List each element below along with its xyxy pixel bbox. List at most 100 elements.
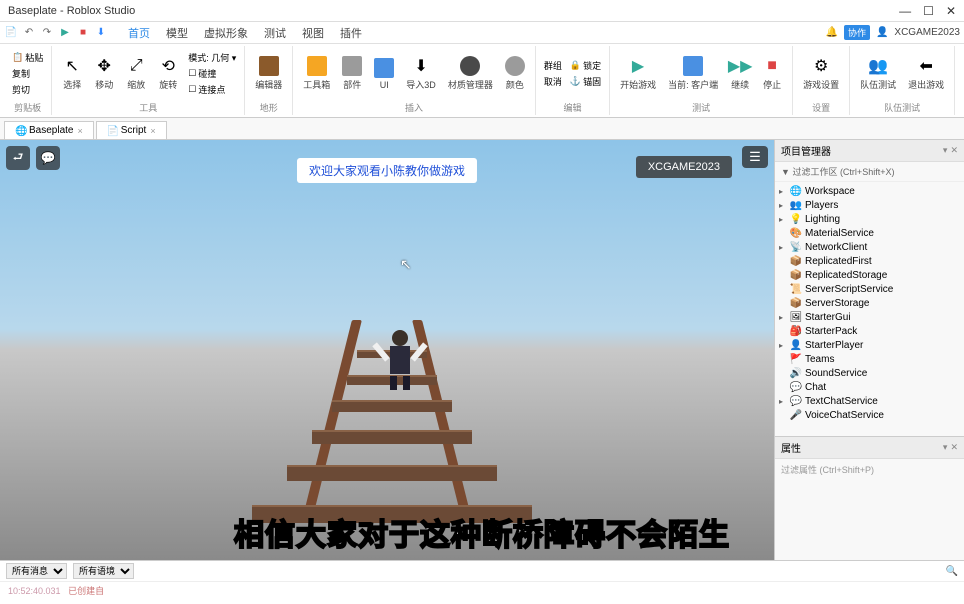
cut-button[interactable]: 剪切 (10, 82, 45, 97)
panel-dropdown-icon[interactable]: ▾ (943, 145, 948, 156)
tab-baseplate[interactable]: 🌐 Baseplate × (4, 121, 94, 139)
tree-item-workspace[interactable]: ▸🌐Workspace (775, 184, 964, 198)
dropdown-icon[interactable]: ⬇ (94, 26, 108, 40)
quick-access-toolbar: 📄 ↶ ↷ ▶ ■ ⬇ (4, 26, 108, 40)
tab-plugins[interactable]: 插件 (332, 23, 370, 43)
side-panels: 项目管理器 ▾✕ ▼ 过滤工作区 (Ctrl+Shift+X) ▸🌐Worksp… (774, 140, 964, 560)
paste-button[interactable]: 📋粘贴 (10, 50, 45, 65)
output-log: 10:52:40.031 已创建自 (0, 582, 964, 599)
explorer-header: 项目管理器 ▾✕ (775, 140, 964, 162)
output-filter-context[interactable]: 所有语境 (73, 563, 134, 579)
search-icon[interactable]: 🔍 (946, 566, 958, 577)
output-panel: 所有消息 所有语境 🔍 10:52:40.031 已创建自 (0, 560, 964, 604)
tree-item-teams[interactable]: 🚩Teams (775, 352, 964, 366)
undo-icon[interactable]: ↶ (22, 26, 36, 40)
tab-model[interactable]: 模型 (158, 23, 196, 43)
resume-button[interactable]: ▶▶继续 (726, 54, 754, 93)
stop-icon[interactable]: ■ (76, 26, 90, 40)
panel-close-icon[interactable]: ✕ (950, 145, 958, 156)
tree-item-networkclient[interactable]: ▸📡NetworkClient (775, 240, 964, 254)
explorer-filter[interactable]: ▼ 过滤工作区 (Ctrl+Shift+X) (775, 162, 964, 182)
mode-dropdown[interactable]: 模式: 几何 ▾ (186, 50, 238, 65)
clipboard-group: 📋粘贴 复制 剪切 (10, 50, 45, 97)
file-menu-icon[interactable]: 📄 (4, 26, 18, 40)
tab-script[interactable]: 📄 Script × (96, 121, 167, 139)
play-button[interactable]: ▶开始游戏 (616, 54, 660, 93)
stop-button[interactable]: ■停止 (758, 54, 786, 93)
bridge-model (207, 320, 567, 520)
tab-avatar[interactable]: 虚拟形象 (196, 23, 256, 43)
close-icon[interactable]: × (150, 126, 155, 136)
user-avatar-icon[interactable]: 👤 (876, 27, 888, 38)
ungroup-button[interactable]: 取消 (542, 74, 564, 89)
close-icon[interactable]: × (77, 126, 82, 136)
material-manager-button[interactable]: 材质管理器 (444, 54, 497, 93)
tree-item-voicechatservice[interactable]: 🎤VoiceChatService (775, 408, 964, 422)
panel-dropdown-icon[interactable]: ▾ (943, 442, 948, 453)
viewport-menu-icon[interactable]: ☰ (742, 146, 768, 168)
tree-item-replicatedfirst[interactable]: 📦ReplicatedFirst (775, 254, 964, 268)
tree-item-starterpack[interactable]: 🎒StarterPack (775, 324, 964, 338)
import3d-button[interactable]: ⬇导入3D (402, 54, 440, 93)
minimize-button[interactable]: — (899, 4, 911, 18)
game-viewport[interactable]: ⮐ 💬 ☰ 欢迎大家观看小陈教你做游戏 XCGAME2023 ↖ (0, 140, 774, 560)
window-controls: — ☐ ✕ (899, 4, 956, 18)
lock-button[interactable]: 🔒锁定 (568, 58, 603, 73)
tab-test[interactable]: 测试 (256, 23, 294, 43)
anchor-button[interactable]: ⚓锚固 (568, 74, 603, 89)
select-tool[interactable]: ↖选择 (58, 54, 86, 93)
viewport-chat-icon[interactable]: 💬 (36, 146, 60, 170)
group-button[interactable]: 群组 (542, 58, 564, 73)
watermark-label: XCGAME2023 (636, 156, 732, 178)
move-tool[interactable]: ✥移动 (90, 54, 118, 93)
copy-button[interactable]: 复制 (10, 66, 45, 81)
teamtest-label: 队伍测试 (856, 101, 948, 115)
color-button[interactable]: 颜色 (501, 54, 529, 93)
tree-item-players[interactable]: ▸👥Players (775, 198, 964, 212)
tree-item-materialservice[interactable]: 🎨MaterialService (775, 226, 964, 240)
cursor-icon: ↖ (400, 256, 412, 273)
output-filter-messages[interactable]: 所有消息 (6, 563, 67, 579)
tree-item-textchatservice[interactable]: ▸💬TextChatService (775, 394, 964, 408)
notification-icon[interactable]: 🔔 (825, 27, 837, 38)
tab-view[interactable]: 视图 (294, 23, 332, 43)
joints-toggle[interactable]: ☐连接点 (186, 82, 238, 97)
rotate-tool[interactable]: ⟲旋转 (154, 54, 182, 93)
toolbox-button[interactable]: 工具箱 (299, 54, 334, 93)
filter-icon: ▼ (781, 167, 790, 177)
collab-badge[interactable]: 协作 (844, 25, 870, 40)
exit-game-button[interactable]: ⬅退出游戏 (904, 54, 948, 93)
ribbon-toolbar: 📋粘贴 复制 剪切 剪贴板 ↖选择 ✥移动 ⤢缩放 ⟲旋转 模式: 几何 ▾ ☐… (0, 44, 964, 118)
tree-item-starterplayer[interactable]: ▸👤StarterPlayer (775, 338, 964, 352)
terrain-editor-button[interactable]: 编辑器 (251, 54, 286, 93)
tree-item-lighting[interactable]: ▸💡Lighting (775, 212, 964, 226)
current-client-button[interactable]: 当前: 客户端 (664, 54, 722, 93)
tree-item-startergui[interactable]: ▸🖼StarterGui (775, 310, 964, 324)
part-button[interactable]: 部件 (338, 54, 366, 93)
tree-item-serverstorage[interactable]: 📦ServerStorage (775, 296, 964, 310)
viewport-back-icon[interactable]: ⮐ (6, 146, 30, 170)
collision-toggle[interactable]: ☐碰撞 (186, 66, 238, 81)
maximize-button[interactable]: ☐ (923, 4, 934, 18)
tree-item-replicatedstorage[interactable]: 📦ReplicatedStorage (775, 268, 964, 282)
insert-label: 插入 (299, 101, 529, 115)
player-character (380, 330, 420, 390)
tree-item-chat[interactable]: 💬Chat (775, 380, 964, 394)
close-button[interactable]: ✕ (946, 4, 956, 18)
tree-item-soundservice[interactable]: 🔊SoundService (775, 366, 964, 380)
ui-button[interactable]: UI (370, 56, 398, 92)
main-menubar: 📄 ↶ ↷ ▶ ■ ⬇ 首页 模型 虚拟形象 测试 视图 插件 🔔 协作 👤 X… (0, 22, 964, 44)
clipboard-label: 剪贴板 (10, 101, 45, 115)
team-test-button[interactable]: 👥队伍测试 (856, 54, 900, 93)
panel-close-icon[interactable]: ✕ (950, 442, 958, 453)
welcome-banner: 欢迎大家观看小陈教你做游戏 (297, 158, 477, 183)
terrain-label: 地形 (251, 101, 286, 115)
game-settings-button[interactable]: ⚙游戏设置 (799, 54, 843, 93)
tree-item-serverscriptservice[interactable]: 📜ServerScriptService (775, 282, 964, 296)
play-icon[interactable]: ▶ (58, 26, 72, 40)
scale-tool[interactable]: ⤢缩放 (122, 54, 150, 93)
tab-home[interactable]: 首页 (120, 23, 158, 43)
redo-icon[interactable]: ↷ (40, 26, 54, 40)
properties-panel: 属性 ▾✕ 过滤属性 (Ctrl+Shift+P) (775, 436, 964, 560)
properties-filter[interactable]: 过滤属性 (Ctrl+Shift+P) (775, 459, 964, 480)
